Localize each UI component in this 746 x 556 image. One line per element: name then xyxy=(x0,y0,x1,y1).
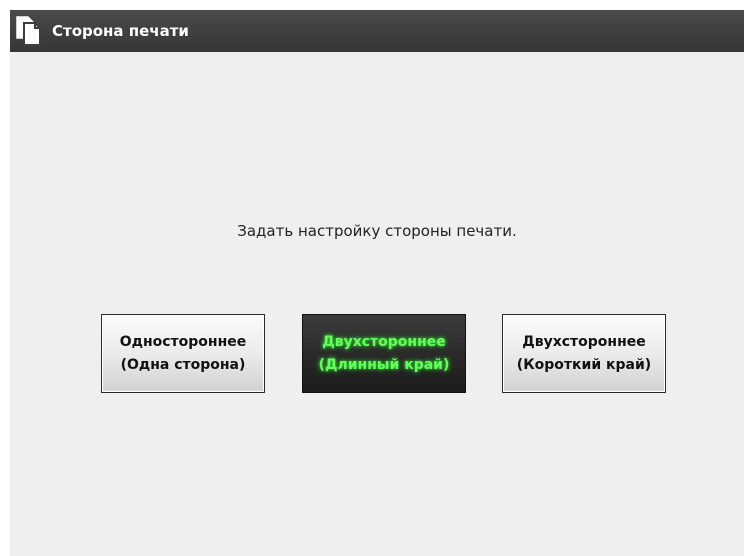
print-side-dialog: Сторона печати Задать настройку стороны … xyxy=(10,10,744,556)
duplex-long-edge-button-label: Двухстороннее (Длинный край) xyxy=(318,333,450,373)
duplex-short-edge-button-label: Двухстороннее (Короткий край) xyxy=(516,333,652,373)
simplex-button[interactable]: Одностороннее (Одна сторона) xyxy=(101,314,265,393)
duplex-long-edge-button[interactable]: Двухстороннее (Длинный край) xyxy=(302,314,466,393)
document-copy-icon xyxy=(14,15,44,47)
duplex-short-edge-button[interactable]: Двухстороннее (Короткий край) xyxy=(502,314,666,393)
title-bar: Сторона печати xyxy=(10,10,744,52)
instruction-text: Задать настройку стороны печати. xyxy=(237,222,517,240)
simplex-button-label: Одностороннее (Одна сторона) xyxy=(119,333,247,373)
window-title: Сторона печати xyxy=(52,22,189,40)
